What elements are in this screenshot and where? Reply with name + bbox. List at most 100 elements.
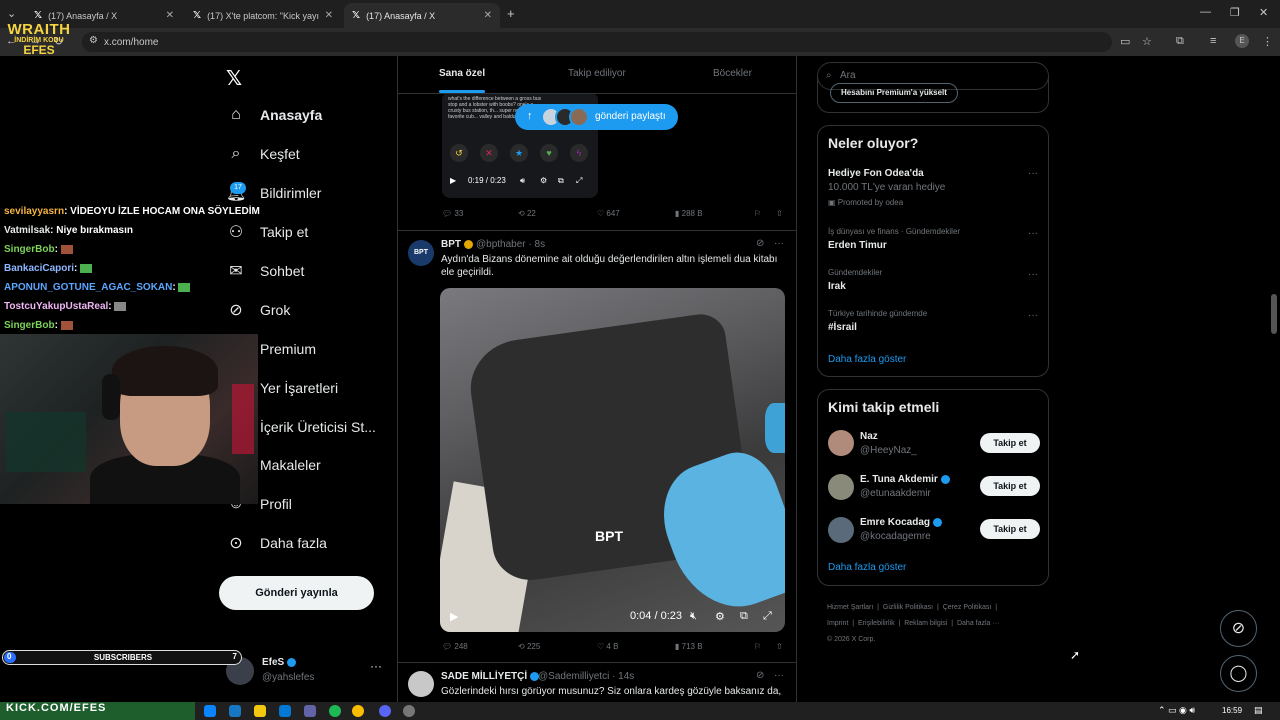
pip-icon[interactable]: ⧉ [558,176,564,186]
nav-home[interactable]: ⌂ Anasayfa [226,101,322,129]
reading-list-icon[interactable]: ≡ [1210,35,1216,47]
follow-button[interactable]: Takip et [980,476,1040,496]
grok-icon[interactable]: ⊘ [756,670,764,681]
volume-icon[interactable]: 🔊︎ [520,176,525,186]
show-more-link[interactable]: Daha fazla göster [828,562,906,573]
footer-link[interactable]: Çerez Politikası [943,604,992,611]
tab-bugs[interactable]: Böcekler [713,68,752,79]
more-icon[interactable]: ··· [774,670,784,681]
more-icon[interactable]: ··· [1028,310,1038,321]
trend-name[interactable]: Erden Timur [828,240,887,251]
replay-reaction-icon[interactable]: ↺ [450,144,468,162]
more-icon[interactable]: ··· [774,238,784,249]
edge-icon[interactable] [229,705,241,717]
tweet-author-name[interactable]: SADE MİLLİYETÇİ [441,671,539,682]
post-button[interactable]: Gönderi yayınla [219,576,374,610]
footer-link[interactable]: Imprint [827,620,848,627]
follow-button[interactable]: Takip et [980,519,1040,539]
follow-name[interactable]: Emre Kocadag [860,517,942,528]
x-logo-icon[interactable]: 𝕏 [226,66,242,91]
close-icon[interactable]: ✕ [325,10,333,21]
obs-icon[interactable] [403,705,415,717]
spotify-icon[interactable] [329,705,341,717]
file-explorer-icon[interactable] [254,705,266,717]
follow-name[interactable]: E. Tuna Akdemir [860,474,950,485]
settings-icon[interactable]: ⚙ [715,610,725,623]
bookmark-icon[interactable]: ⚐ [754,642,761,651]
new-tab-button[interactable]: + [507,6,515,21]
follow-name[interactable]: Naz [860,431,878,442]
profile-avatar[interactable]: E [1235,34,1249,48]
bolt-reaction-icon[interactable]: ϟ [570,144,588,162]
browser-tab-3[interactable]: 𝕏 (17) Anasayfa / X ✕ [344,3,500,28]
fullscreen-icon[interactable]: ⤢ [576,176,582,186]
extensions-icon[interactable]: ⧉ [1176,35,1184,48]
maximize-icon[interactable]: ❐ [1230,6,1240,19]
minimize-icon[interactable]: — [1200,6,1211,18]
avatar[interactable] [408,671,434,697]
fullscreen-icon[interactable]: ⤢ [763,610,772,623]
share-icon[interactable]: ⇧ [776,642,783,651]
play-icon[interactable]: ▶ [450,176,456,185]
avatar[interactable] [828,517,854,543]
follow-button[interactable]: Takip et [980,433,1040,453]
footer-link[interactable]: Erişilebilirlik [858,620,895,627]
x-reaction-icon[interactable]: ✕ [480,144,498,162]
premium-subscribe-button[interactable]: Hesabını Premium'a yükselt [830,83,958,103]
pip-icon[interactable]: ⧉ [740,610,748,623]
more-icon[interactable]: ··· [1028,168,1038,179]
bookmark-star-icon[interactable]: ☆ [1142,35,1152,48]
avatar[interactable]: BPT [408,240,434,266]
more-icon[interactable]: ··· [1028,269,1038,280]
nav-more[interactable]: ⊙ Daha fazla [226,529,327,557]
discord-icon[interactable] [379,705,391,717]
notification-center-icon[interactable]: ▤ [1254,705,1263,716]
clock[interactable]: 16:59 [1222,706,1242,715]
nav-explore[interactable]: ⌕ Keşfet [226,140,300,168]
more-icon[interactable]: ··· [370,659,382,673]
bookmark-icon[interactable]: ⚐ [754,209,761,218]
repost-button[interactable]: ⟲ 22 [518,209,536,218]
grok-float-button[interactable]: ⊘ [1220,610,1257,647]
show-more-link[interactable]: Daha fazla göster [828,354,906,365]
reply-button[interactable]: 💬︎ 33 [442,209,463,218]
more-icon[interactable]: ··· [1028,228,1038,239]
url-field[interactable]: ⚙ x.com/home [82,32,1112,52]
tweet-video[interactable]: BPT ▶ 0:04 / 0:23 🔇︎ ⚙ ⧉ ⤢ [440,288,785,632]
messages-float-button[interactable]: ◯ [1220,655,1257,692]
trend-name[interactable]: Hediye Fon Odea'da [828,168,924,179]
avatar[interactable] [828,474,854,500]
settings-icon[interactable]: ⚙ [540,176,547,185]
footer-link[interactable]: Reklam bilgisi [904,620,947,627]
footer-link[interactable]: Gizlilik Politikası [883,604,933,611]
cast-icon[interactable]: ▭ [1120,35,1130,48]
tweet-handle[interactable]: @Sademilliyetci · 14s [538,671,634,682]
teams-icon[interactable] [304,705,316,717]
chrome-menu-icon[interactable]: ⋮ [1262,35,1273,48]
close-icon[interactable]: ✕ [166,10,174,21]
repost-button[interactable]: ⟲ 225 [518,642,540,651]
page-scrollbar[interactable] [1271,294,1277,334]
outlook-icon[interactable] [279,705,291,717]
volume-icon[interactable]: 🔇︎ [690,610,697,623]
grok-icon[interactable]: ⊘ [756,238,764,249]
tweet-handle[interactable]: @bpthaber · 8s [476,239,545,250]
new-posts-pill[interactable]: ↑ gönderi paylaştı [515,104,678,130]
share-icon[interactable]: ⇧ [776,209,783,218]
views-count[interactable]: ▮ 713 B [675,642,703,651]
close-icon[interactable]: ✕ [484,10,492,21]
trend-name[interactable]: Irak [828,281,846,292]
tab-search-icon[interactable]: ⌄ [7,7,16,20]
play-icon[interactable]: ▶ [450,610,458,623]
window-close-icon[interactable]: ✕ [1259,6,1268,19]
windows-start-icon[interactable] [204,705,216,717]
heart-reaction-icon[interactable]: ♥ [540,144,558,162]
tray-icons[interactable]: ⌃ ▭ ◉ 🔊︎ [1158,705,1195,716]
trend-name[interactable]: #İsrail [828,322,857,333]
like-button[interactable]: ♡ 4 B [597,642,618,651]
browser-tab-2[interactable]: 𝕏 (17) X'te platcom: "Kick yayıncı ✕ [185,3,341,28]
avatar[interactable] [828,430,854,456]
site-info-icon[interactable]: ⚙ [89,35,98,46]
chrome-icon[interactable] [352,705,364,717]
footer-link[interactable]: Daha fazla ··· [957,620,999,627]
